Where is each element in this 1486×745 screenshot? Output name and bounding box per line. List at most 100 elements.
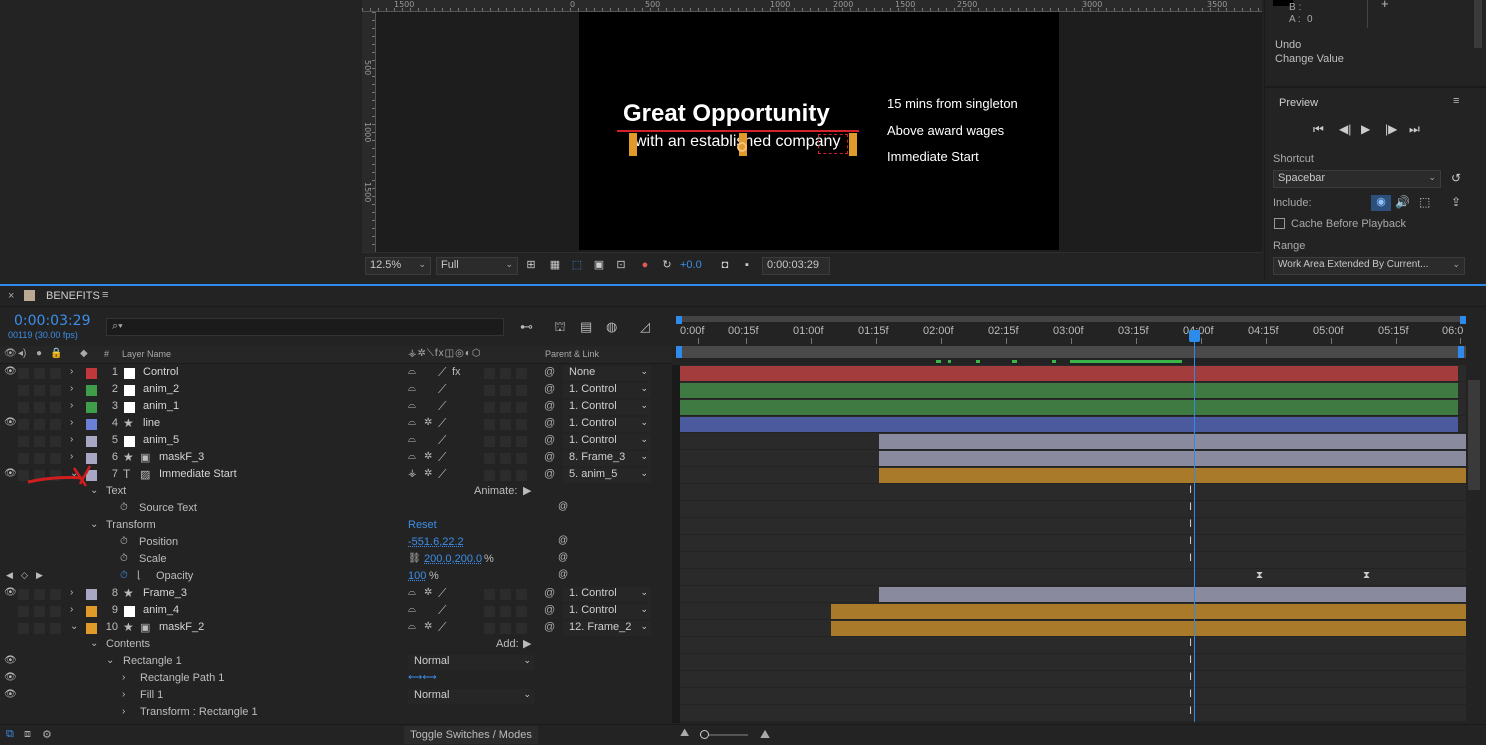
layer-switch[interactable] <box>500 589 511 600</box>
navigator-end[interactable] <box>1458 346 1464 358</box>
layer-switch[interactable] <box>484 589 495 600</box>
keyframe-marker[interactable]: I <box>1189 671 1192 683</box>
stopwatch-icon[interactable]: ⏱ <box>120 553 128 564</box>
graph-icon[interactable]: ⌊ <box>137 570 141 581</box>
zoom-dropdown[interactable]: 12.5% ⌄ <box>365 257 431 275</box>
label-color[interactable] <box>86 436 97 447</box>
layer-name[interactable]: anim_2 <box>143 383 179 395</box>
layer-duration-bar[interactable] <box>831 604 1466 619</box>
layer-row[interactable]: › 3 anim_1 ⌓ ⟋ @1. Control ⌄ <box>0 399 672 416</box>
work-area-start[interactable] <box>676 316 682 324</box>
parent-dropdown[interactable]: 1. Control ⌄ <box>563 434 651 449</box>
shy-switch[interactable]: ⌓ <box>408 434 416 445</box>
layer-switch[interactable] <box>516 453 527 464</box>
quality-switch[interactable]: ⟋ <box>438 399 446 414</box>
layer-name[interactable]: anim_1 <box>143 400 179 412</box>
shy-switch[interactable]: ⌓ <box>408 587 416 598</box>
navigator-start[interactable] <box>676 346 682 358</box>
fx-icon[interactable]: fx <box>452 366 461 378</box>
shy-switch[interactable]: ⌓ <box>408 417 416 428</box>
parent-dropdown[interactable]: 1. Control ⌄ <box>563 604 651 619</box>
panel-menu-icon[interactable]: ≡ <box>1453 95 1459 107</box>
layer-row[interactable]: 👁 › 4 ★ line ⌓ ✲ ⟋ @1. Control ⌄ <box>0 416 672 433</box>
layer-duration-bar[interactable] <box>680 417 1458 432</box>
layer-switch[interactable] <box>500 385 511 396</box>
work-area-end[interactable] <box>1460 316 1466 324</box>
grid-icon[interactable]: ⊡ <box>614 258 628 272</box>
solo-icon[interactable]: ● <box>36 348 42 359</box>
mask-visibility-icon[interactable]: ⬚ <box>570 258 584 272</box>
layer-row[interactable]: › 9 anim_4 ⌓ ⟋ @1. Control ⌄ <box>0 603 672 620</box>
keyframe-marker[interactable]: I <box>1189 501 1192 513</box>
audio-switch[interactable] <box>18 589 29 600</box>
eye-icon[interactable]: 👁 <box>4 468 17 479</box>
anchor-point-icon[interactable] <box>737 142 747 152</box>
layer-row[interactable]: 👁 › 1 Control ⌓ ⟋ fx @ None ⌄ <box>0 365 672 382</box>
layer-switch[interactable] <box>484 402 495 413</box>
eye-icon[interactable]: 👁 <box>4 417 17 428</box>
lock-switch[interactable] <box>50 436 61 447</box>
solo-switch[interactable] <box>34 419 45 430</box>
label-color[interactable] <box>86 385 97 396</box>
layer-name[interactable]: Immediate Start <box>159 468 237 480</box>
quality-switch[interactable]: ⟋ <box>438 433 446 448</box>
transfer-controls-icon[interactable]: ⧈ <box>24 728 31 741</box>
layer-name[interactable]: anim_5 <box>143 434 179 446</box>
layer-switch[interactable] <box>516 470 527 481</box>
quality-switch[interactable]: ⟋ <box>438 416 446 431</box>
keyframe-marker[interactable]: I <box>1189 484 1192 496</box>
layer-switch[interactable] <box>516 368 527 379</box>
label-tag-icon[interactable]: ◆ <box>80 348 88 359</box>
solo-switch[interactable] <box>34 623 45 634</box>
audio-switch[interactable] <box>18 419 29 430</box>
eye-icon[interactable]: 👁 <box>4 348 17 359</box>
layer-switch[interactable] <box>516 589 527 600</box>
layer-row[interactable]: › 5 anim_5 ⌓ ⟋ @1. Control ⌄ <box>0 433 672 450</box>
panel-divider[interactable] <box>672 365 680 723</box>
layer-switch[interactable] <box>484 436 495 447</box>
pickwhip-icon[interactable]: @ <box>558 535 568 546</box>
chevron-right-icon[interactable]: › <box>70 383 73 394</box>
chevron-down-icon[interactable]: ⌄ <box>90 519 98 530</box>
show-snapshot-icon[interactable]: ▪ <box>740 258 754 272</box>
overlays-icon[interactable]: ⬚ <box>1419 195 1430 209</box>
range-dropdown[interactable]: Work Area Extended By Current... ⌄ <box>1273 257 1465 275</box>
chevron-right-icon[interactable]: › <box>70 451 73 462</box>
stopwatch-active-icon[interactable]: ⏱ <box>120 570 128 581</box>
fill-blend-dropdown[interactable]: Normal ⌄ <box>408 689 534 704</box>
transparency-grid-icon[interactable]: ▦ <box>548 258 562 272</box>
layer-switch[interactable] <box>500 419 511 430</box>
position-value[interactable]: -551.6,22.2 <box>408 536 464 548</box>
layer-switch[interactable] <box>516 606 527 617</box>
pickwhip-icon[interactable]: @ <box>558 569 568 580</box>
add-keyframe-icon[interactable]: ◇ <box>21 570 28 581</box>
layer-switch[interactable] <box>516 385 527 396</box>
eye-icon[interactable]: 👁 <box>4 655 17 666</box>
layer-switch[interactable] <box>484 623 495 634</box>
layer-switch[interactable] <box>484 453 495 464</box>
layer-name[interactable]: maskF_2 <box>159 621 204 633</box>
exposure-value[interactable]: +0.0 <box>680 259 702 271</box>
layer-switch[interactable] <box>500 470 511 481</box>
pickwhip-icon[interactable]: @ <box>544 417 555 429</box>
camera-snapshot-icon[interactable]: ◘ <box>718 258 732 272</box>
comp-tab[interactable]: BENEFITS <box>46 290 100 302</box>
keyframe-marker[interactable]: I <box>1189 654 1192 666</box>
lock-switch[interactable] <box>50 402 61 413</box>
layer-duration-bar[interactable] <box>879 468 1466 483</box>
channel-icon[interactable]: ● <box>638 258 652 272</box>
layer-name[interactable]: anim_4 <box>143 604 179 616</box>
chevron-right-icon[interactable]: › <box>122 706 125 717</box>
constrain-link-icon[interactable]: ⛓ <box>408 553 421 564</box>
lock-switch[interactable] <box>50 606 61 617</box>
pickwhip-icon[interactable]: @ <box>544 451 555 463</box>
quality-switch[interactable]: ⟋ <box>438 382 446 397</box>
layer-duration-bar[interactable] <box>879 434 1466 449</box>
export-icon[interactable]: ⇪ <box>1451 195 1461 209</box>
blend-mode-dropdown[interactable]: Normal ⌄ <box>408 655 534 670</box>
zoom-out-icon[interactable]: ⛰ <box>680 727 689 740</box>
next-frame-icon[interactable]: |▶ <box>1385 122 1397 136</box>
chevron-right-icon[interactable]: › <box>70 587 73 598</box>
parent-dropdown[interactable]: 1. Control ⌄ <box>563 417 651 432</box>
animate-menu-icon[interactable]: ▶ <box>523 484 531 497</box>
